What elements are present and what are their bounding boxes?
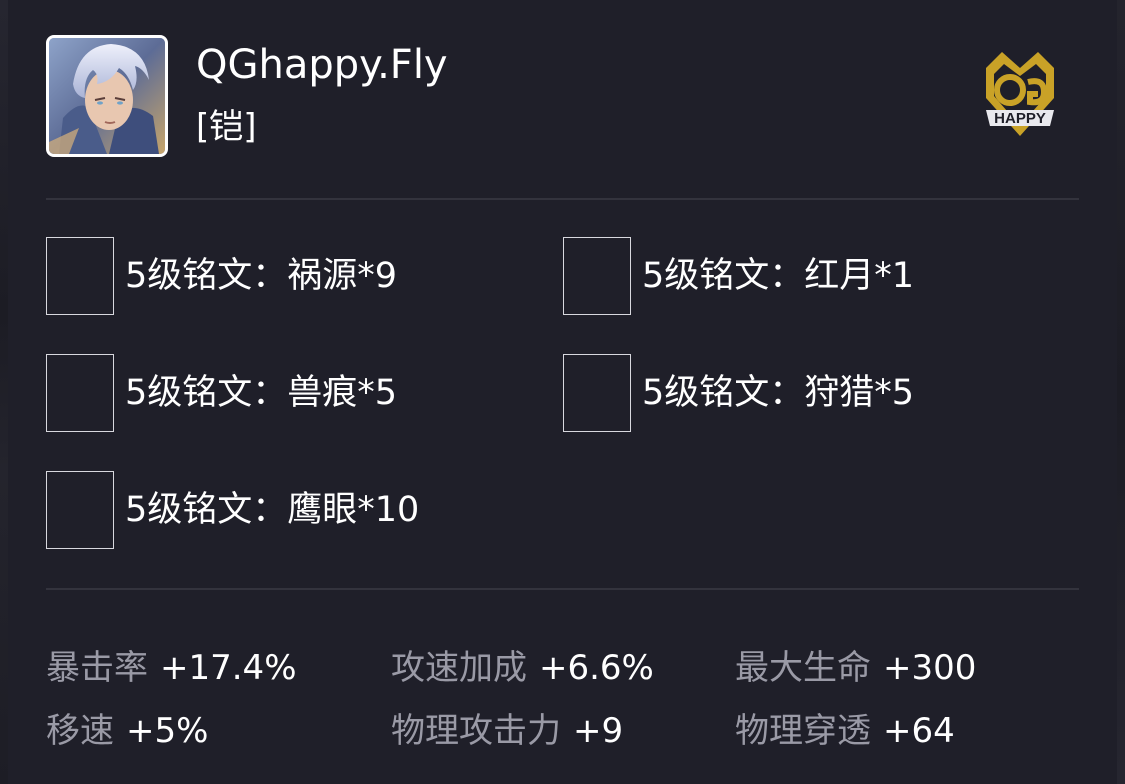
stat-attack-speed: 攻速加成 +6.6% [391,646,654,690]
rune-icon [46,471,114,549]
stat-crit-rate: 暴击率 +17.4% [46,646,297,690]
rune-icon [563,237,631,315]
stat-label: 暴击率 [46,648,148,688]
rune-label: 5级铭文：狩猎*5 [642,373,915,413]
rune-entry: 5级铭文：狩猎*5 [563,354,983,434]
stat-value: +300 [883,648,977,688]
qghappy-logo-icon: HAPPY [972,46,1068,142]
hero-name: [铠] [196,107,257,147]
stat-label: 攻速加成 [391,648,527,688]
backdrop-edge-left [0,0,8,784]
stat-move-speed: 移速 +5% [46,709,208,753]
backdrop-edge-right [1117,0,1125,784]
stat-value: +5% [126,711,209,751]
rune-entry: 5级铭文：祸源*9 [46,237,466,317]
rune-icon [46,354,114,432]
hero-portrait-icon [49,38,165,154]
rune-label: 5级铭文：兽痕*5 [125,373,398,413]
rune-entry: 5级铭文：兽痕*5 [46,354,466,434]
player-name: QGhappy.Fly [196,42,448,88]
stat-value: +6.6% [539,648,654,688]
stat-label: 物理穿透 [735,711,871,751]
rune-entry: 5级铭文：鹰眼*10 [46,471,466,551]
stat-label: 移速 [46,711,114,751]
team-logo-text: HAPPY [994,110,1046,127]
rune-icon [563,354,631,432]
stat-physical-penetration: 物理穿透 +64 [735,709,955,753]
stat-value: +17.4% [160,648,297,688]
stat-value: +64 [883,711,955,751]
rune-label: 5级铭文：鹰眼*10 [125,490,420,530]
stat-label: 最大生命 [735,648,871,688]
rune-stats-card: QGhappy.Fly [铠] HAPPY 5级铭文：祸源*9 5级铭文：红月*… [0,0,1125,784]
stat-physical-attack: 物理攻击力 +9 [391,709,623,753]
stat-value: +9 [573,711,624,751]
hero-avatar [46,35,168,157]
stat-label: 物理攻击力 [391,711,561,751]
rune-label: 5级铭文：红月*1 [642,256,915,296]
stat-max-hp: 最大生命 +300 [735,646,976,690]
divider [46,588,1079,590]
divider [46,198,1079,200]
rune-entry: 5级铭文：红月*1 [563,237,983,317]
rune-label: 5级铭文：祸源*9 [125,256,398,296]
rune-icon [46,237,114,315]
